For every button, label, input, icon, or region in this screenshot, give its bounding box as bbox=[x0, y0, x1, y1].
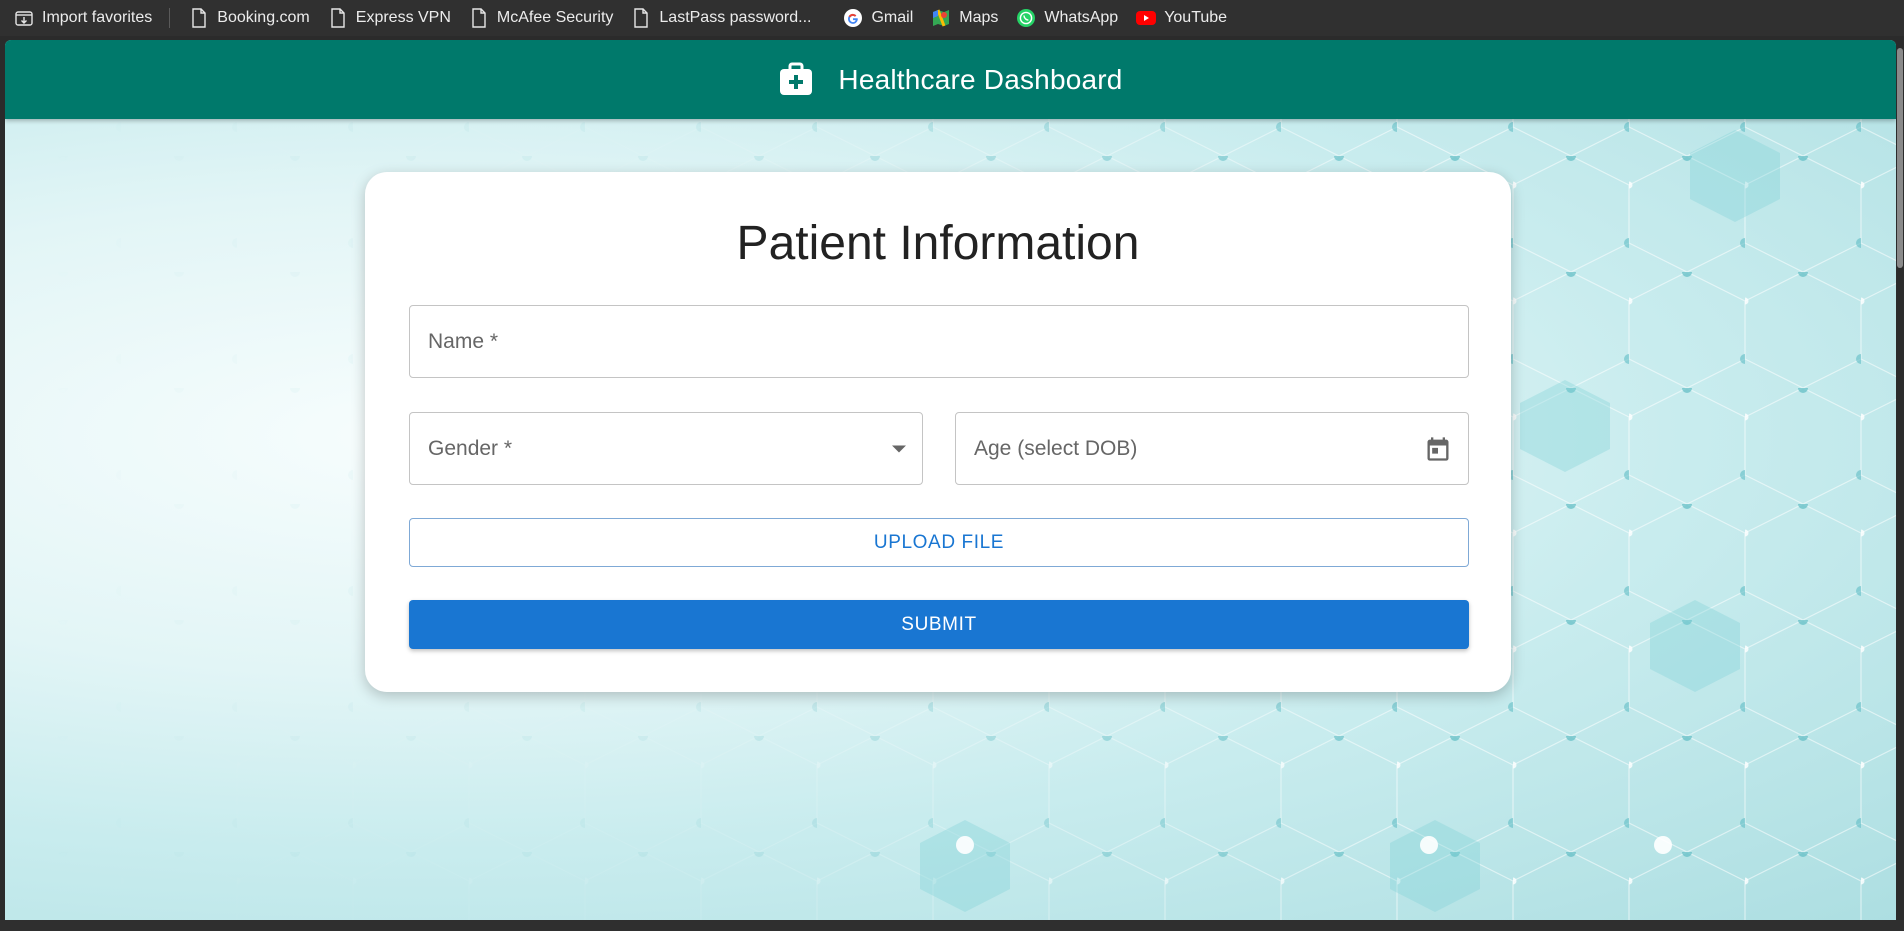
bookmark-label: Maps bbox=[959, 9, 999, 26]
bookmark-booking[interactable]: Booking.com bbox=[180, 0, 319, 36]
page-icon bbox=[328, 8, 348, 28]
window-bottom-edge bbox=[0, 920, 1904, 931]
google-icon bbox=[843, 8, 863, 28]
scrollbar[interactable] bbox=[1896, 40, 1904, 920]
bookmark-maps[interactable]: Maps bbox=[922, 0, 1007, 36]
name-placeholder: Name * bbox=[428, 329, 499, 353]
whatsapp-icon bbox=[1016, 8, 1036, 28]
scrollbar-thumb[interactable] bbox=[1897, 48, 1903, 268]
bookmark-gmail[interactable]: Gmail bbox=[834, 0, 922, 36]
bookmark-lastpass[interactable]: LastPass password... bbox=[622, 0, 820, 36]
page-viewport: Healthcare Dashboard Patient Information… bbox=[5, 40, 1896, 920]
bookmark-label: Import favorites bbox=[42, 9, 153, 26]
bookmark-import-favorites[interactable]: Import favorites bbox=[0, 0, 161, 36]
page-icon bbox=[189, 8, 209, 28]
page-icon bbox=[469, 8, 489, 28]
bookmark-label: Gmail bbox=[871, 9, 914, 26]
form-title: Patient Information bbox=[736, 217, 1140, 270]
medical-kit-icon bbox=[778, 62, 814, 98]
bookmark-label: YouTube bbox=[1164, 9, 1228, 26]
name-field[interactable]: Name * bbox=[409, 305, 1469, 378]
submit-button[interactable]: SUBMIT bbox=[409, 600, 1469, 649]
bookmark-whatsapp[interactable]: WhatsApp bbox=[1007, 0, 1127, 36]
bookmark-label: McAfee Security bbox=[496, 9, 614, 26]
age-placeholder: Age (select DOB) bbox=[974, 436, 1138, 460]
bookmark-label: Express VPN bbox=[355, 9, 451, 26]
page-icon bbox=[631, 8, 651, 28]
bookmark-mcafee[interactable]: McAfee Security bbox=[460, 0, 622, 36]
bookmark-separator bbox=[169, 8, 171, 28]
youtube-icon bbox=[1136, 8, 1157, 28]
bookmark-express-vpn[interactable]: Express VPN bbox=[319, 0, 460, 36]
import-icon bbox=[14, 8, 34, 28]
bookmark-label: LastPass password... bbox=[659, 9, 812, 26]
dob-date-field[interactable]: Age (select DOB) bbox=[955, 412, 1469, 485]
upload-file-button[interactable]: UPLOAD FILE bbox=[409, 518, 1469, 567]
gender-placeholder: Gender * bbox=[428, 436, 513, 460]
calendar-icon[interactable] bbox=[1424, 435, 1452, 463]
maps-icon bbox=[931, 8, 951, 28]
app-title: Healthcare Dashboard bbox=[838, 63, 1123, 95]
bookmark-label: Booking.com bbox=[217, 9, 310, 26]
bookmark-label: WhatsApp bbox=[1044, 9, 1119, 26]
bookmark-youtube[interactable]: YouTube bbox=[1127, 0, 1236, 36]
patient-form-card: Patient Information Name * Gender * Age … bbox=[365, 172, 1511, 692]
bookmarks-bar: Import favorites Booking.com Express VPN… bbox=[0, 0, 1904, 36]
app-header: Healthcare Dashboard bbox=[5, 40, 1896, 119]
gender-select[interactable]: Gender * bbox=[409, 412, 923, 485]
chevron-down-icon[interactable] bbox=[892, 445, 906, 452]
